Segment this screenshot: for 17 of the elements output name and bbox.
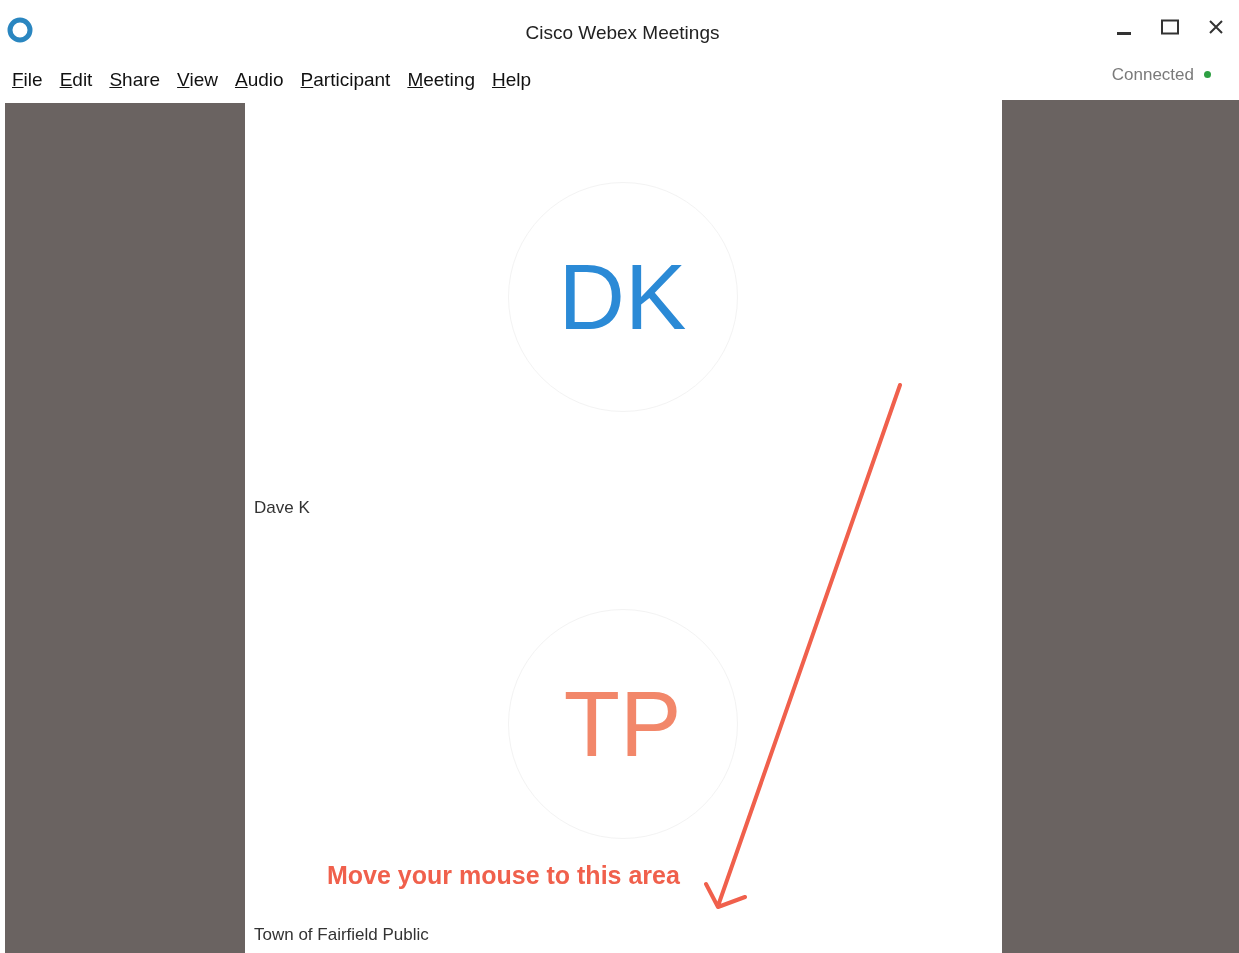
menu-item[interactable]: Help [492,68,532,92]
maximize-icon [1161,19,1179,35]
menu-item[interactable]: Audio [234,68,284,92]
participant-name: Dave K [254,497,310,519]
menu-item[interactable]: View [177,68,218,92]
annotation-text: Move your mouse to this area [327,860,680,891]
window-title: Cisco Webex Meetings [525,20,720,45]
menu-item[interactable]: Participant [300,68,391,92]
minimize-icon [1117,31,1131,35]
connection-status: Connected [1111,64,1194,86]
menu-item[interactable]: File [12,68,43,92]
close-icon [1209,20,1223,34]
menu-item[interactable]: Edit [59,68,93,92]
app-logo-icon [7,17,33,43]
participant-name: Town of Fairfield Public [254,923,429,946]
menu-item[interactable]: Meeting [407,68,475,92]
menu-item[interactable]: Share [109,68,161,92]
